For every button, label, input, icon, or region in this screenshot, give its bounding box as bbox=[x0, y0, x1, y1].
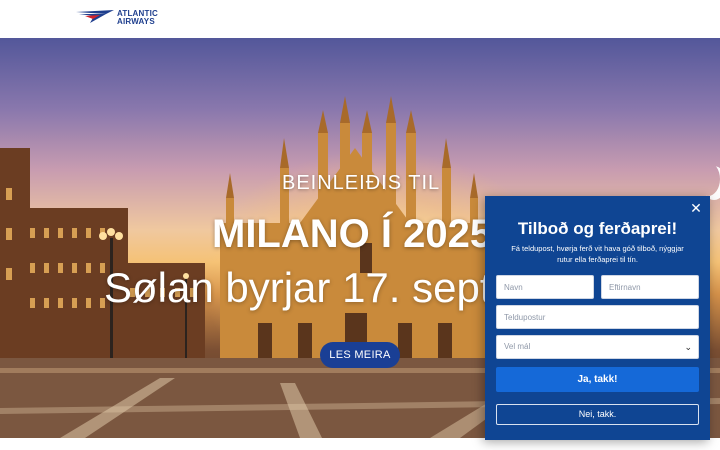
decline-button[interactable]: Nei, takk. bbox=[496, 404, 699, 425]
bird-logo-icon bbox=[76, 10, 114, 23]
email-field[interactable] bbox=[496, 305, 699, 329]
logo-text: ATLANTIC AIRWAYS bbox=[117, 10, 158, 26]
site-header: ATLANTIC AIRWAYS bbox=[0, 0, 720, 38]
hero-headline: MILANO Í 2025 bbox=[212, 212, 493, 256]
atlantic-airways-logo[interactable]: ATLANTIC AIRWAYS bbox=[76, 9, 166, 27]
language-select-label: Vel mál bbox=[504, 342, 531, 351]
newsletter-popup: ✕ Tilboð og ferðaprei! Fá teldupost, hvø… bbox=[485, 196, 710, 440]
logo-line2: AIRWAYS bbox=[117, 17, 155, 26]
popup-title: Tilboð og ferðaprei! bbox=[517, 219, 678, 238]
language-select[interactable]: Vel mál ⌄ bbox=[496, 335, 699, 359]
close-icon[interactable]: ✕ bbox=[689, 201, 703, 215]
read-more-button[interactable]: LES MEIRA bbox=[320, 342, 400, 368]
popup-description: Fá teldupost, hvørja ferð vit hava góð t… bbox=[511, 244, 684, 264]
confirm-button[interactable]: Ja, takk! bbox=[496, 367, 699, 392]
first-name-field[interactable] bbox=[496, 275, 594, 299]
last-name-field[interactable] bbox=[601, 275, 699, 299]
chevron-down-icon: ⌄ bbox=[684, 342, 692, 352]
hero-kicker: BEINLEIÐIS TIL bbox=[282, 172, 441, 194]
